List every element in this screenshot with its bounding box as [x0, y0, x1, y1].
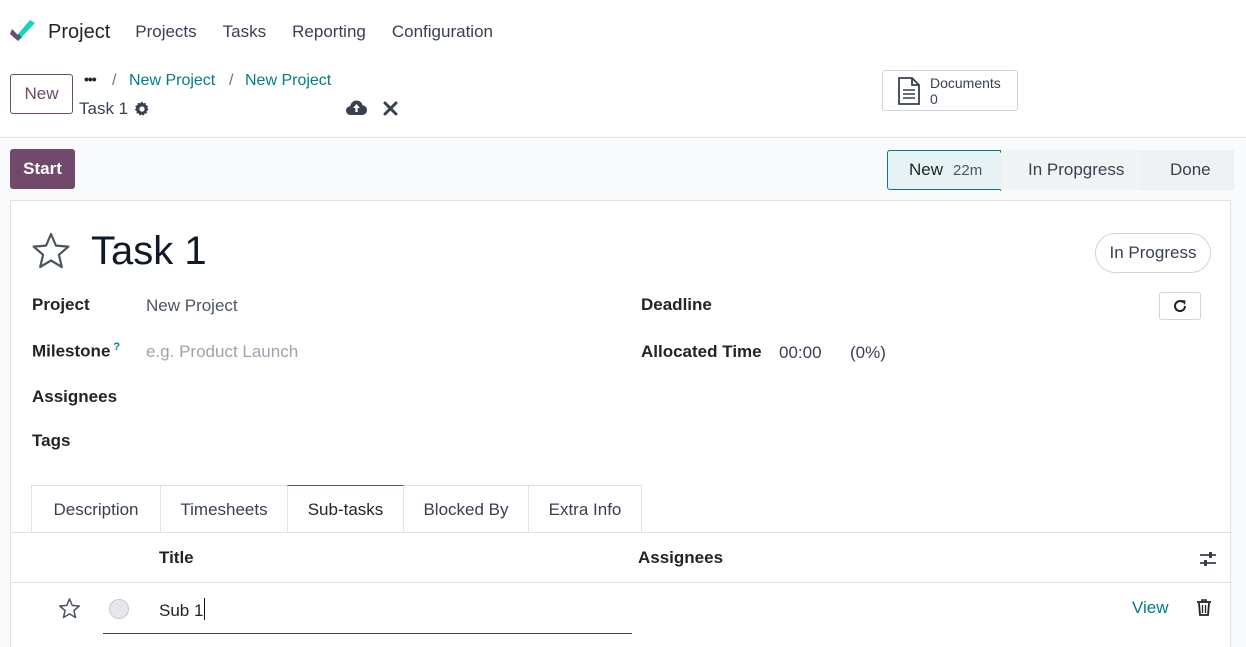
project-app-logo-icon[interactable]	[8, 17, 38, 47]
stage-in-progress-label: In Propgress	[1028, 160, 1125, 179]
subtask-view-button[interactable]: View	[1132, 598, 1169, 618]
tab-timesheets[interactable]: Timesheets	[160, 485, 288, 533]
milestone-label-text: Milestone	[32, 341, 111, 361]
top-navbar: Project Projects Tasks Reporting Configu…	[0, 0, 1246, 64]
table-row[interactable]: Sub 1 View	[11, 584, 1232, 647]
stage-done[interactable]: Done	[1141, 150, 1234, 190]
assignees-field-label: Assignees	[32, 387, 118, 406]
breadcrumb-project[interactable]: New Project	[129, 72, 215, 90]
refresh-icon	[1174, 300, 1187, 312]
milestone-field-label: Milestone?	[32, 341, 120, 362]
tags-field-label: Tags	[32, 431, 71, 450]
stage-in-progress[interactable]: In Propgress	[1001, 150, 1155, 190]
discard-close-icon[interactable]	[383, 101, 398, 116]
subtask-input-underline	[103, 633, 632, 634]
subtask-title-text: Sub 1	[159, 601, 204, 620]
trash-icon[interactable]	[1197, 599, 1211, 616]
form-sheet: Task 1 In Progress Project New Project M…	[10, 200, 1232, 647]
start-timer-button[interactable]: Start	[10, 149, 75, 189]
control-panel: New ••• / New Project / New Project Task…	[0, 64, 1246, 138]
menu-reporting[interactable]: Reporting	[292, 22, 366, 42]
subtask-title-input[interactable]: Sub 1	[159, 598, 206, 621]
priority-star-icon[interactable]	[31, 231, 71, 271]
milestone-input[interactable]: e.g. Product Launch	[146, 342, 298, 362]
column-assignees-header[interactable]: Assignees	[638, 548, 723, 568]
subtask-state-circle-icon[interactable]	[109, 599, 129, 619]
text-cursor	[204, 598, 206, 620]
breadcrumb-project-2[interactable]: New Project	[245, 72, 331, 90]
optional-columns-sliders-icon[interactable]	[1199, 550, 1217, 568]
menu-configuration[interactable]: Configuration	[392, 22, 493, 42]
breadcrumb-separator: /	[229, 72, 234, 89]
tab-sub-tasks[interactable]: Sub-tasks	[287, 485, 404, 534]
refresh-button[interactable]	[1159, 292, 1201, 320]
deadline-field-label: Deadline	[641, 295, 712, 314]
column-title-header[interactable]: Title	[159, 548, 194, 568]
cloud-upload-save-icon[interactable]	[346, 99, 367, 116]
documents-smart-button[interactable]: Documents 0	[882, 70, 1018, 111]
allocated-time-percent: (0%)	[850, 343, 886, 362]
notebook-tabs: Description Timesheets Sub-tasks Blocked…	[31, 485, 642, 534]
breadcrumb-current-record: Task 1	[79, 99, 129, 118]
tab-extra-info[interactable]: Extra Info	[528, 485, 642, 533]
subtask-priority-star-icon[interactable]	[58, 597, 81, 620]
gear-icon[interactable]	[134, 101, 150, 117]
subtasks-list-header: Title Assignees	[11, 533, 1232, 583]
allocated-time-input[interactable]: 00:00	[779, 343, 822, 363]
project-field-value[interactable]: New Project	[146, 296, 238, 316]
stage-new-label: New	[909, 160, 944, 179]
stage-new-duration: 22m	[953, 161, 983, 179]
tab-blocked-by[interactable]: Blocked By	[403, 485, 529, 533]
app-name[interactable]: Project	[48, 21, 110, 44]
task-title[interactable]: Task 1	[91, 229, 207, 274]
new-record-button[interactable]: New	[10, 74, 73, 114]
documents-label: Documents	[930, 74, 1001, 91]
documents-count: 0	[930, 90, 938, 107]
menu-projects[interactable]: Projects	[135, 22, 196, 42]
project-field-label: Project	[32, 295, 90, 314]
menu-tasks[interactable]: Tasks	[223, 22, 266, 42]
document-icon	[898, 76, 920, 105]
stage-done-label: Done	[1170, 160, 1211, 179]
stage-new[interactable]: New 22m	[887, 150, 1016, 191]
task-state-pill[interactable]: In Progress	[1095, 233, 1211, 273]
breadcrumb-more-icon[interactable]: •••	[84, 71, 97, 87]
stage-pipeline: New 22m In Propgress Done	[887, 150, 1234, 191]
breadcrumb-separator: /	[112, 72, 117, 89]
tab-description[interactable]: Description	[31, 485, 161, 533]
allocated-time-label: Allocated Time	[641, 342, 762, 361]
milestone-help-tooltip[interactable]: ?	[113, 341, 120, 353]
